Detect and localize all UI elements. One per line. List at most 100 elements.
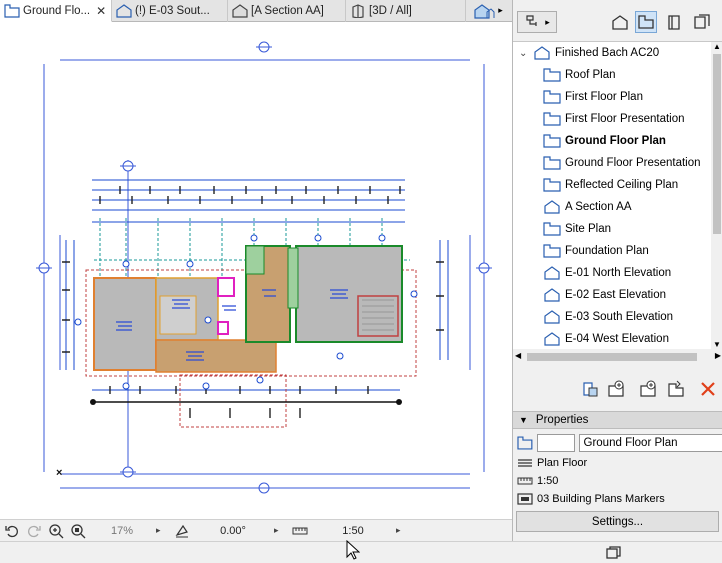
section-marker-top	[120, 160, 136, 172]
tab-overflow-button[interactable]: ▸	[466, 0, 510, 21]
tree-item-label: Foundation Plan	[565, 245, 649, 257]
chevron-left-icon[interactable]: ◀	[515, 351, 521, 360]
layout-book-icon	[668, 15, 680, 30]
tree-item-label: Reflected Ceiling Plan	[565, 179, 679, 191]
project-map-button[interactable]	[609, 11, 631, 33]
tab-3d-all[interactable]: [3D / All]	[346, 0, 466, 22]
redo-zoom-icon[interactable]	[24, 521, 44, 541]
chevron-right-icon[interactable]: ▶	[715, 351, 721, 360]
publisher-sets-button[interactable]	[691, 11, 713, 33]
delete-icon	[701, 382, 715, 396]
elevation-marker-top	[256, 41, 272, 53]
view-settings-button[interactable]	[665, 378, 687, 400]
properties-header[interactable]: ▼ Properties	[513, 411, 722, 429]
stories-icon	[518, 459, 532, 467]
tree-item-ground-floor-plan[interactable]: Ground Floor Plan	[513, 130, 711, 152]
tree-item-label: First Floor Plan	[565, 91, 643, 103]
angle-menu-arrow-icon[interactable]: ▸	[274, 525, 288, 536]
close-icon[interactable]: ✕	[96, 4, 106, 18]
view-map-tree: ⌄ Finished Bach AC20 Roof Plan First Flo…	[513, 42, 711, 349]
house-icon	[474, 3, 495, 19]
rotate-view-icon[interactable]	[172, 521, 192, 541]
navigator-toolbar: ▸	[513, 0, 722, 42]
delete-button[interactable]	[697, 378, 719, 400]
tab-label: [A Section AA]	[251, 5, 324, 17]
properties-layer-row[interactable]: 03 Building Plans Markers	[513, 490, 722, 508]
tree-item-south-elevation[interactable]: E-03 South Elevation	[513, 306, 711, 328]
elevation-icon	[544, 288, 560, 302]
tree-item-first-floor-presentation[interactable]: First Floor Presentation	[513, 108, 711, 130]
zoom-level[interactable]: 17%	[88, 525, 156, 537]
tree-item-label: E-02 East Elevation	[565, 289, 667, 301]
view-map-button[interactable]	[635, 11, 657, 33]
view-settings-icon	[668, 380, 684, 397]
tab-label: (!) E-03 Sout...	[135, 5, 210, 17]
properties-scale-row[interactable]: 1:50	[513, 472, 722, 490]
rotation-angle[interactable]: 0.00°	[192, 525, 274, 537]
floor-plan-icon	[543, 68, 561, 82]
project-map-icon	[526, 15, 537, 26]
save-view-button[interactable]	[579, 378, 601, 400]
tree-item-label: A Section AA	[565, 201, 632, 213]
tree-item-east-elevation[interactable]: E-02 East Elevation	[513, 284, 711, 306]
view-id-field[interactable]	[536, 434, 575, 452]
tab-section-aa[interactable]: [A Section AA]	[228, 0, 346, 22]
layer-combination-value: 03 Building Plans Markers	[537, 493, 665, 505]
window-restore-icon[interactable]	[606, 546, 622, 560]
drawing-scale[interactable]: 1:50	[310, 525, 396, 537]
navigator-actions	[513, 373, 722, 407]
chevron-down-icon[interactable]: ▼	[713, 340, 721, 349]
save-view-icon	[583, 382, 598, 397]
scale-ruler-icon	[517, 477, 533, 485]
chevron-down-icon[interactable]: ▼	[519, 415, 528, 425]
zoom-menu-arrow-icon[interactable]: ▸	[156, 525, 170, 536]
tree-horizontal-scrollbar[interactable]: ◀ ▶	[513, 349, 722, 365]
tree-item-ground-floor-presentation[interactable]: Ground Floor Presentation	[513, 152, 711, 174]
properties-story-row[interactable]: Plan Floor	[513, 454, 722, 472]
scrollbar-thumb[interactable]	[527, 353, 697, 361]
tree-item-west-elevation[interactable]: E-04 West Elevation	[513, 328, 711, 349]
floor-plan-icon	[543, 222, 561, 236]
floor-plan-canvas[interactable]: ×	[0, 22, 512, 519]
zoom-in-icon[interactable]	[46, 521, 66, 541]
tab-label: [3D / All]	[369, 5, 412, 17]
scale-menu-arrow-icon[interactable]: ▸	[396, 525, 410, 536]
3d-icon	[352, 4, 364, 18]
new-folder-button[interactable]	[605, 378, 627, 400]
undo-zoom-icon[interactable]	[2, 521, 22, 541]
section-icon	[232, 4, 248, 18]
fit-in-window-icon[interactable]	[68, 521, 88, 541]
tree-project-root[interactable]: ⌄ Finished Bach AC20	[513, 42, 711, 64]
tree-item-reflected-ceiling-plan[interactable]: Reflected Ceiling Plan	[513, 174, 711, 196]
tree-item-site-plan[interactable]: Site Plan	[513, 218, 711, 240]
properties-name-row: Ground Floor Plan	[513, 433, 722, 453]
tree-item-first-floor-plan[interactable]: First Floor Plan	[513, 86, 711, 108]
clone-folder-icon	[640, 380, 656, 397]
chevron-up-icon[interactable]: ▲	[713, 42, 721, 51]
floor-plan-icon	[543, 90, 561, 104]
tree-vertical-scrollbar[interactable]: ▲ ▼	[711, 42, 722, 349]
clone-folder-button[interactable]	[637, 378, 659, 400]
chevron-down-icon[interactable]: ⌄	[519, 48, 533, 59]
view-name-field[interactable]: Ground Floor Plan	[578, 434, 722, 452]
tree-item-north-elevation[interactable]: E-01 North Elevation	[513, 262, 711, 284]
settings-button[interactable]: Settings...	[516, 511, 719, 532]
floor-plan-icon	[534, 46, 550, 60]
story-value: Plan Floor	[537, 457, 588, 469]
layout-book-button[interactable]	[663, 11, 685, 33]
canvas-status-bar: 17% ▸ 0.00° ▸ 1:50 ▸	[0, 519, 512, 541]
tree-item-label: Roof Plan	[565, 69, 616, 81]
tree-item-foundation-plan[interactable]: Foundation Plan	[513, 240, 711, 262]
tab-south-elevation[interactable]: (!) E-03 Sout...	[112, 0, 228, 22]
tab-ground-floor[interactable]: Ground Flo... ✕	[0, 0, 112, 22]
tree-item-label: E-04 West Elevation	[565, 333, 669, 345]
floor-plan-icon	[543, 134, 561, 148]
scale-ruler-icon	[290, 521, 310, 541]
navigator-menu-button[interactable]: ▸	[517, 11, 557, 33]
floor-plan-icon	[543, 112, 561, 126]
elevation-icon	[544, 332, 560, 346]
tree-item-section-aa[interactable]: A Section AA	[513, 196, 711, 218]
scrollbar-thumb[interactable]	[713, 54, 721, 234]
tree-item-roof-plan[interactable]: Roof Plan	[513, 64, 711, 86]
building-footprint	[93, 245, 403, 373]
